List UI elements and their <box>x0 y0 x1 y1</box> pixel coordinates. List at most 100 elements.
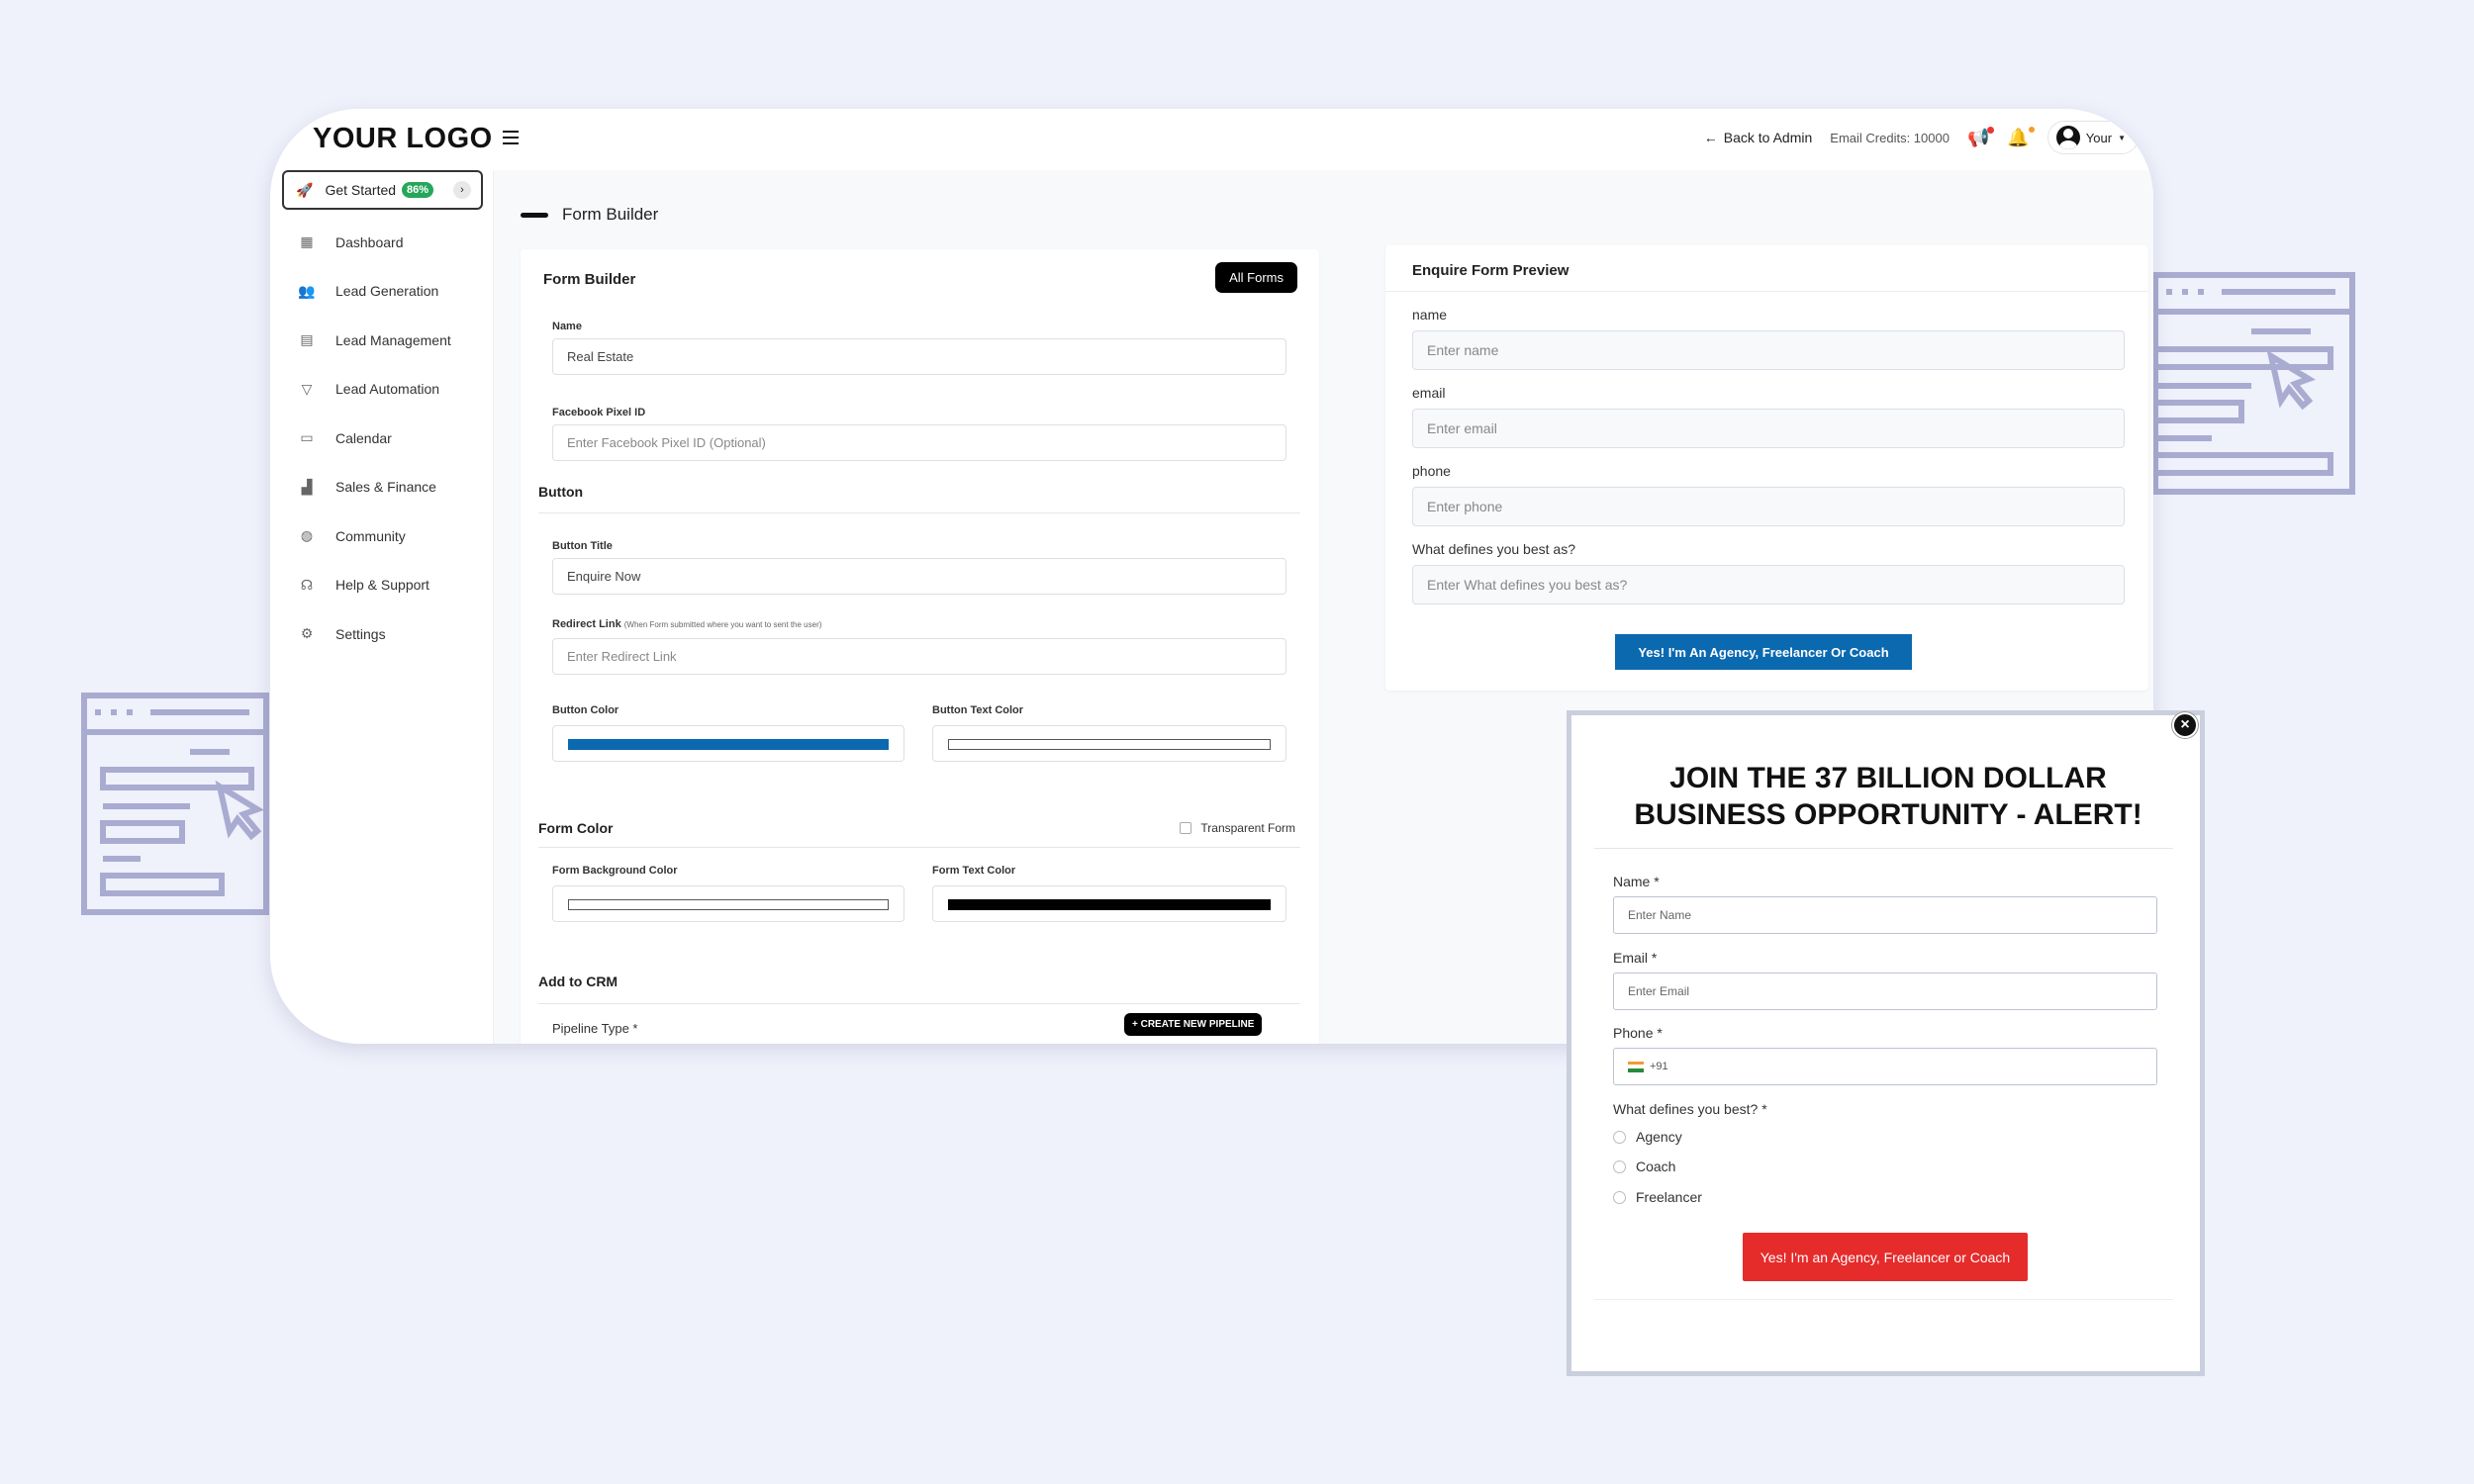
all-forms-button[interactable]: All Forms <box>1215 262 1297 293</box>
page-title: Form Builder <box>562 205 659 224</box>
form-text-color-picker[interactable] <box>932 885 1286 922</box>
divider <box>1385 291 2148 292</box>
back-to-admin-link[interactable]: ← Back to Admin <box>1704 130 1813 145</box>
sidebar-item-calendar[interactable]: ▭ Calendar <box>270 414 493 463</box>
browser-click-illustration-icon <box>2152 272 2355 495</box>
redirect-link-input[interactable]: Enter Redirect Link <box>552 638 1286 675</box>
headset-icon: ☊ <box>300 576 314 593</box>
option-agency[interactable]: Agency <box>1613 1129 1682 1145</box>
gear-icon: ⚙ <box>300 625 314 642</box>
user-menu-button[interactable]: Your ▼ <box>2046 121 2139 154</box>
enquire-form-preview-card: Enquire Form Preview name Enter name ema… <box>1385 245 2148 691</box>
form-color-section-heading: Form Color <box>538 820 614 836</box>
dashboard-icon: ▦ <box>300 233 314 250</box>
transparent-form-toggle[interactable]: Transparent Form <box>1180 821 1295 835</box>
progress-badge: 86% <box>402 182 434 198</box>
caret-down-icon: ▼ <box>2118 133 2126 142</box>
popup-form: JOIN THE 37 BILLION DOLLAR BUSINESS OPPO… <box>1567 710 2205 1376</box>
sidebar-item-lead-generation[interactable]: 👥 Lead Generation <box>270 267 493 317</box>
sidebar-item-lead-management[interactable]: ▤ Lead Management <box>270 316 493 365</box>
india-flag-icon <box>1628 1061 1644 1072</box>
button-title-label: Button Title <box>552 540 613 552</box>
divider <box>1594 848 2173 849</box>
crm-section-heading: Add to CRM <box>538 974 618 989</box>
community-icon: ◍ <box>300 527 314 544</box>
radio-freelancer[interactable] <box>1613 1190 1626 1204</box>
transparent-form-label: Transparent Form <box>1200 821 1295 835</box>
sidebar-item-label: Lead Management <box>335 331 451 348</box>
option-freelancer[interactable]: Freelancer <box>1613 1189 1702 1205</box>
popup-phone-label: Phone * <box>1613 1025 1663 1041</box>
page-header: Form Builder <box>521 205 658 225</box>
popup-email-input[interactable]: Enter Email <box>1613 973 2157 1010</box>
sidebar-nav: ▦ Dashboard 👥 Lead Generation ▤ Lead Manage… <box>270 218 493 659</box>
form-bg-color-picker[interactable] <box>552 885 904 922</box>
popup-title: JOIN THE 37 BILLION DOLLAR BUSINESS OPPO… <box>1634 762 2142 831</box>
redirect-label-text: Redirect Link <box>552 618 621 630</box>
get-started-label: Get Started <box>325 182 397 198</box>
popup-phone-input[interactable]: +91 <box>1613 1048 2157 1085</box>
preview-phone-label: phone <box>1412 463 1451 479</box>
sidebar-item-lead-automation[interactable]: ▽ Lead Automation <box>270 365 493 415</box>
divider <box>538 847 1300 848</box>
sidebar-item-label: Settings <box>335 625 386 642</box>
preview-submit-button[interactable]: Yes! I'm An Agency, Freelancer Or Coach <box>1615 634 1912 670</box>
phone-country-code: +91 <box>1650 1061 1668 1072</box>
funnel-icon: ▽ <box>301 380 313 397</box>
sidebar: 🚀 Get Started 86% › ▦ Dashboard 👥 Lead Gen… <box>270 170 494 1044</box>
option-coach[interactable]: Coach <box>1613 1159 1675 1174</box>
button-text-color-picker[interactable] <box>932 725 1286 762</box>
preview-defines-input[interactable]: Enter What defines you best as? <box>1412 565 2125 604</box>
address-book-icon: ▤ <box>300 331 314 348</box>
button-title-input[interactable]: Enquire Now <box>552 558 1286 595</box>
sidebar-item-label: Lead Automation <box>335 381 440 398</box>
pixel-label: Facebook Pixel ID <box>552 407 646 418</box>
facebook-pixel-input[interactable]: Enter Facebook Pixel ID (Optional) <box>552 424 1286 461</box>
rocket-icon: 🚀 <box>296 181 314 198</box>
sidebar-item-label: Sales & Finance <box>335 479 436 496</box>
button-color-swatch <box>568 739 889 750</box>
form-text-color-label: Form Text Color <box>932 865 1016 877</box>
create-pipeline-button[interactable]: + CREATE NEW PIPELINE <box>1124 1013 1263 1036</box>
divider <box>538 512 1300 513</box>
sidebar-item-label: Dashboard <box>335 233 404 250</box>
sidebar-item-sales-finance[interactable]: ▟ Sales & Finance <box>270 463 493 512</box>
top-bar: YOUR LOGO ← Back to Admin Email Credits:… <box>270 109 2153 170</box>
sidebar-item-community[interactable]: ◍ Community <box>270 511 493 561</box>
user-label: Your <box>2085 130 2113 145</box>
back-to-admin-label: Back to Admin <box>1723 130 1813 145</box>
radio-coach[interactable] <box>1613 1159 1626 1173</box>
browser-click-illustration-icon <box>81 693 269 915</box>
preview-email-input[interactable]: Enter email <box>1412 409 2125 448</box>
form-bg-color-swatch <box>568 899 889 910</box>
avatar <box>2055 126 2080 149</box>
popup-submit-button[interactable]: Yes! I'm an Agency, Freelancer or Coach <box>1743 1233 2028 1281</box>
calendar-icon: ▭ <box>300 429 314 446</box>
sidebar-item-help-support[interactable]: ☊ Help & Support <box>270 561 493 610</box>
arrow-left-icon: ← <box>1703 130 1718 145</box>
bell-icon[interactable]: 🔔 <box>2007 126 2035 148</box>
preview-phone-input[interactable]: Enter phone <box>1412 487 2125 526</box>
redirect-hint: (When Form submitted where you want to s… <box>623 620 822 629</box>
get-started-button[interactable]: 🚀 Get Started 86% › <box>282 170 483 210</box>
menu-toggle-icon[interactable] <box>503 131 519 144</box>
close-icon[interactable]: × <box>2172 712 2198 738</box>
sidebar-item-label: Calendar <box>335 429 392 446</box>
form-text-color-swatch <box>948 899 1271 910</box>
sidebar-item-dashboard[interactable]: ▦ Dashboard <box>270 218 493 267</box>
builder-title: Form Builder <box>543 271 636 288</box>
sidebar-item-settings[interactable]: ⚙ Settings <box>270 609 493 659</box>
transparent-form-checkbox[interactable] <box>1180 822 1192 834</box>
radio-agency[interactable] <box>1613 1130 1626 1144</box>
sidebar-item-label: Lead Generation <box>335 283 439 300</box>
preview-name-input[interactable]: Enter name <box>1412 330 2125 370</box>
popup-email-label: Email * <box>1613 950 1658 966</box>
button-color-picker[interactable] <box>552 725 904 762</box>
name-input[interactable]: Real Estate <box>552 338 1286 375</box>
chevron-right-icon[interactable]: › <box>453 181 471 199</box>
megaphone-icon[interactable]: 📢 <box>1967 126 1995 148</box>
popup-name-input[interactable]: Enter Name <box>1613 896 2157 934</box>
sidebar-item-label: Community <box>335 527 406 544</box>
title-accent-bar <box>521 212 548 218</box>
preview-defines-label: What defines you best as? <box>1412 541 1575 557</box>
